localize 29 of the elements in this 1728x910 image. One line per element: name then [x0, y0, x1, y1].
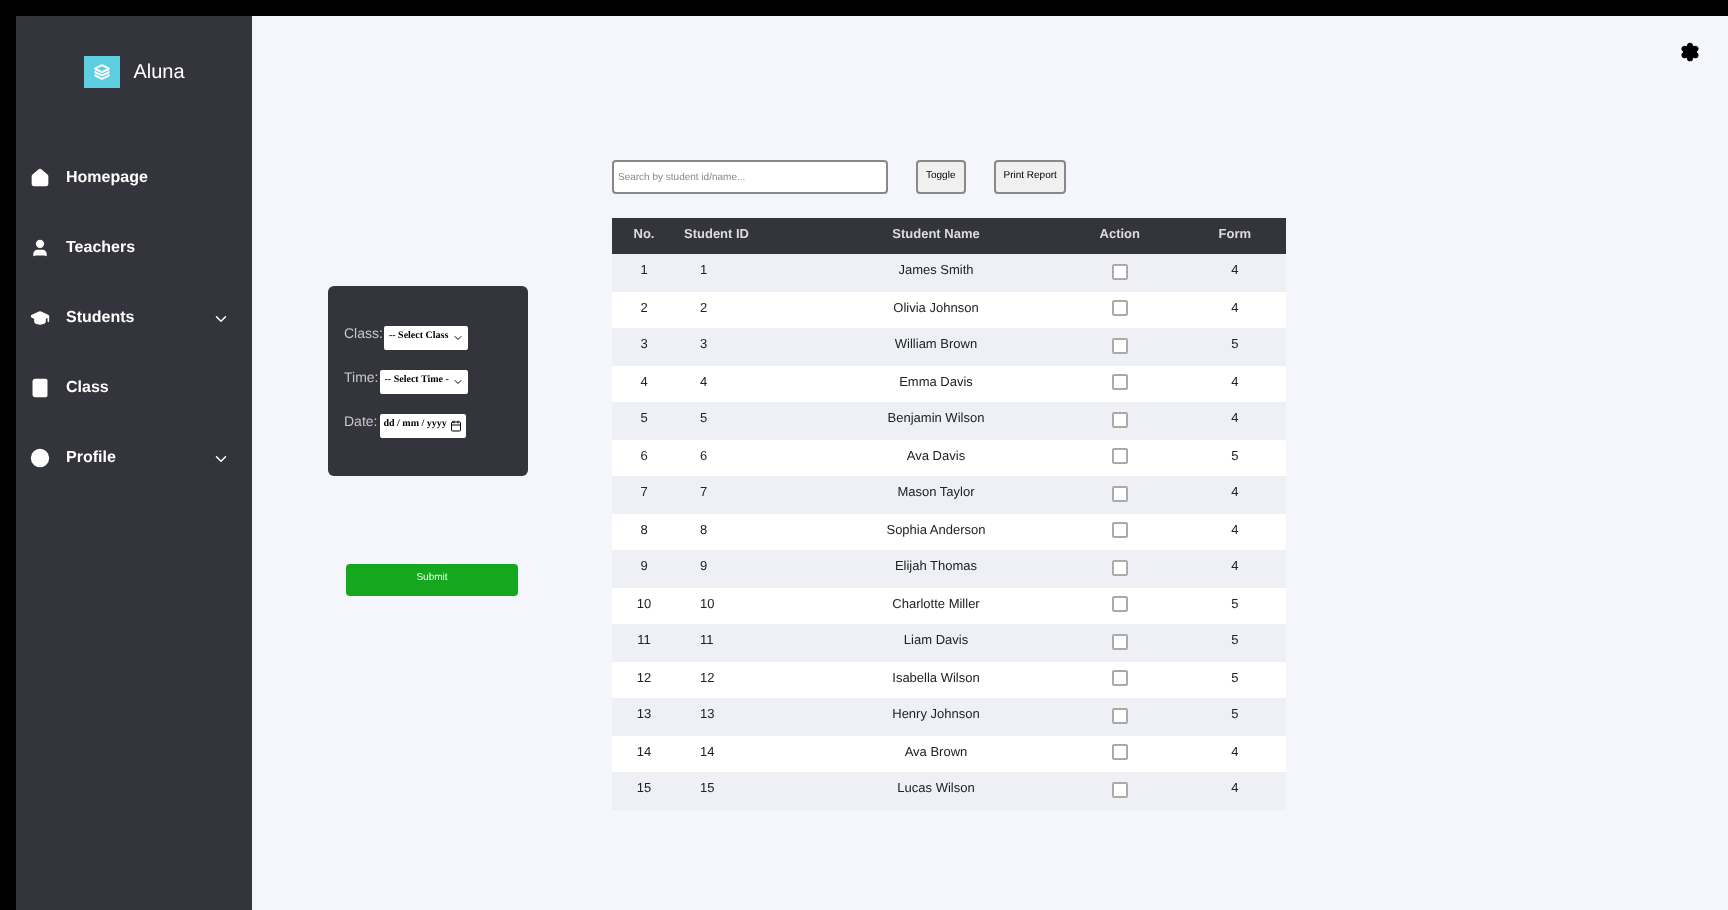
- graduation-cap-icon: [30, 308, 50, 328]
- checkbox[interactable]: [1111, 596, 1128, 613]
- nav-item[interactable]: Teachers: [16, 232, 252, 264]
- chevron-down-icon: [452, 375, 465, 387]
- checkbox[interactable]: [1111, 448, 1128, 465]
- checkbox[interactable]: [1111, 559, 1128, 576]
- user-icon: [30, 238, 50, 258]
- brand-name: Aluna: [133, 59, 185, 87]
- nav-item[interactable]: Class: [16, 372, 252, 404]
- checkbox[interactable]: [1111, 707, 1128, 724]
- checkbox[interactable]: [1111, 522, 1128, 539]
- checkbox[interactable]: [1111, 263, 1128, 280]
- chevron-down-icon: [452, 331, 465, 343]
- checkbox[interactable]: [1111, 744, 1128, 761]
- settings-icon[interactable]: [1680, 42, 1700, 62]
- nav-item[interactable]: Students: [16, 302, 252, 334]
- checkbox[interactable]: [1111, 300, 1128, 317]
- nav-item[interactable]: Profile: [16, 442, 252, 474]
- checkbox[interactable]: [1111, 337, 1128, 354]
- logo-icon: [83, 56, 120, 88]
- nav-item[interactable]: Homepage: [16, 162, 252, 194]
- checkbox[interactable]: [1111, 374, 1128, 391]
- checkbox[interactable]: [1111, 485, 1128, 502]
- checkbox[interactable]: [1111, 411, 1128, 428]
- checkbox[interactable]: [1111, 633, 1128, 650]
- home-icon: [30, 168, 50, 188]
- checkbox[interactable]: [1111, 670, 1128, 687]
- checkbox[interactable]: [1111, 781, 1128, 798]
- calendar-icon: [450, 419, 463, 431]
